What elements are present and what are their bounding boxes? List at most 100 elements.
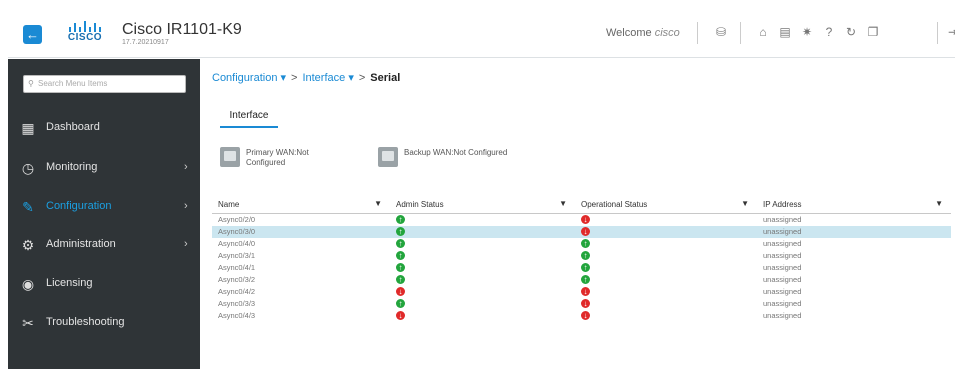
sidebar-item-label: Dashboard: [46, 121, 100, 133]
status-down-icon: ↓: [581, 287, 590, 297]
product-name: Cisco IR1101-K9: [122, 21, 242, 38]
breadcrumb: Configuration ▾ > Interface ▾ > Serial: [212, 71, 400, 84]
admin-status: ↑: [390, 225, 575, 238]
ip-address: unassigned: [763, 298, 802, 308]
table-row[interactable]: Async0/4/1 ↑ ↑ unassigned: [212, 262, 951, 274]
dashboard-icon: ▦: [21, 120, 35, 136]
interface-name: Async0/3/1: [218, 250, 256, 260]
tab-interface[interactable]: Interface: [220, 110, 278, 128]
column-header-ip-address[interactable]: IP Address ▼: [757, 196, 951, 214]
header-divider: [697, 22, 698, 44]
admin-status: ↑: [390, 298, 575, 310]
top-header: ← CISCO Cisco IR1101-K9 17.7.20210917 We…: [8, 8, 955, 58]
table-row[interactable]: Async0/3/2 ↑ ↑ unassigned: [212, 274, 951, 286]
username: cisco: [654, 27, 680, 39]
admin-status: ↓: [390, 286, 575, 298]
help-icon[interactable]: ?: [822, 25, 836, 39]
cisco-logo-bars: [67, 20, 103, 32]
status-down-icon: ↓: [396, 311, 405, 321]
operational-status: ↓: [575, 310, 757, 322]
table-row[interactable]: Async0/4/2 ↓ ↓ unassigned: [212, 286, 951, 298]
breadcrumb-separator: >: [291, 72, 298, 84]
filter-icon[interactable]: ▼: [935, 199, 943, 208]
status-down-icon: ↓: [581, 215, 590, 225]
welcome-text: Welcome cisco: [606, 27, 680, 39]
status-up-icon: ↑: [396, 239, 405, 249]
breadcrumb-interface[interactable]: Interface ▾: [302, 72, 353, 84]
ip-address: unassigned: [763, 250, 802, 260]
configuration-icon: ✎: [22, 199, 34, 215]
operational-status: ↓: [575, 286, 757, 298]
gear-icon[interactable]: ✷: [800, 25, 814, 39]
admin-status: ↑: [390, 213, 575, 226]
interface-name: Async0/4/2: [218, 286, 256, 296]
status-up-icon: ↑: [396, 299, 405, 309]
filter-icon[interactable]: ▼: [374, 199, 382, 208]
chevron-right-icon: ›: [184, 161, 188, 173]
operational-status: ↓: [575, 213, 757, 226]
table-row[interactable]: Async0/3/3 ↑ ↓ unassigned: [212, 298, 951, 310]
column-header-operational-status[interactable]: Operational Status ▼: [575, 196, 757, 214]
operational-status: ↓: [575, 298, 757, 310]
interface-name: Async0/3/2: [218, 274, 256, 284]
operational-status: ↓: [575, 225, 757, 238]
primary-wan-label: Primary WAN:Not Configured: [246, 148, 309, 167]
table-row[interactable]: Async0/4/0 ↑ ↑ unassigned: [212, 238, 951, 250]
document-icon[interactable]: ❐: [866, 25, 880, 39]
table-row[interactable]: Async0/3/1 ↑ ↑ unassigned: [212, 250, 951, 262]
interface-name: Async0/4/0: [218, 238, 256, 248]
search-input[interactable]: ⚲ Search Menu Items: [23, 75, 186, 93]
logout-icon[interactable]: ⇥: [946, 25, 955, 39]
ip-address: unassigned: [763, 286, 802, 296]
sidebar-item-label: Licensing: [46, 277, 93, 289]
status-up-icon: ↑: [396, 263, 405, 273]
status-up-icon: ↑: [581, 275, 590, 285]
ip-address: unassigned: [757, 225, 951, 238]
table-row[interactable]: Async0/3/0 ↑ ↓ unassigned: [212, 225, 951, 238]
status-up-icon: ↑: [581, 239, 590, 249]
status-up-icon: ↑: [396, 251, 405, 261]
interface-name: Async0/4/3: [218, 310, 256, 320]
sidebar-item-administration[interactable]: ⚙ Administration ›: [8, 227, 200, 263]
operational-status: ↑: [575, 262, 757, 274]
back-arrow-icon[interactable]: ←: [23, 25, 42, 44]
table-row[interactable]: Async0/2/0 ↑ ↓ unassigned: [212, 213, 951, 226]
status-up-icon: ↑: [396, 275, 405, 285]
search-icon: ⚲: [28, 79, 34, 88]
software-version: 17.7.20210917: [122, 39, 169, 46]
save-config-icon[interactable]: ⛁: [714, 25, 728, 39]
filter-icon[interactable]: ▼: [559, 199, 567, 208]
home-icon[interactable]: ⌂: [756, 25, 770, 39]
sidebar-item-label: Configuration: [46, 200, 112, 212]
status-down-icon: ↓: [581, 227, 590, 237]
sidebar-item-label: Troubleshooting: [46, 316, 125, 328]
sidebar-item-troubleshooting[interactable]: ✂ Troubleshooting: [8, 305, 200, 341]
chevron-right-icon: ›: [184, 238, 188, 250]
operational-status: ↑: [575, 250, 757, 262]
column-header-name[interactable]: Name ▼: [212, 196, 390, 214]
interface-table: Name ▼ Admin Status ▼ Operational Status ▼ …: [212, 196, 951, 322]
breadcrumb-configuration[interactable]: Configuration ▾: [212, 72, 286, 84]
sidebar: ⚲ Search Menu Items ▦ Dashboard ◷ Monito…: [8, 59, 200, 369]
column-header-admin-status[interactable]: Admin Status ▼: [390, 196, 575, 214]
table-body: Async0/2/0 ↑ ↓ unassigned Async0/3/0 ↑ ↓ unassi…: [212, 213, 951, 322]
sidebar-item-configuration[interactable]: ✎ Configuration ›: [8, 189, 200, 225]
sidebar-item-licensing[interactable]: ◉ Licensing: [8, 266, 200, 302]
backup-wan-label: Backup WAN:Not Configured: [404, 148, 508, 157]
refresh-icon[interactable]: ↻: [844, 25, 858, 39]
sidebar-item-label: Monitoring: [46, 161, 98, 173]
interface-name: Async0/4/1: [218, 262, 256, 272]
table-row[interactable]: Async0/4/3 ↓ ↓ unassigned: [212, 310, 951, 322]
save-icon[interactable]: ▤: [778, 25, 792, 39]
status-up-icon: ↑: [396, 227, 405, 237]
search-placeholder: Search Menu Items: [38, 79, 108, 88]
sidebar-item-monitoring[interactable]: ◷ Monitoring ›: [8, 150, 200, 186]
interface-name: Async0/3/3: [218, 298, 256, 308]
monitoring-icon: ◷: [21, 160, 35, 176]
ip-address: unassigned: [763, 262, 802, 272]
ip-address: unassigned: [763, 238, 802, 248]
status-up-icon: ↑: [581, 263, 590, 273]
ip-address: unassigned: [763, 310, 802, 320]
filter-icon[interactable]: ▼: [741, 199, 749, 208]
sidebar-item-dashboard[interactable]: ▦ Dashboard: [8, 110, 200, 146]
